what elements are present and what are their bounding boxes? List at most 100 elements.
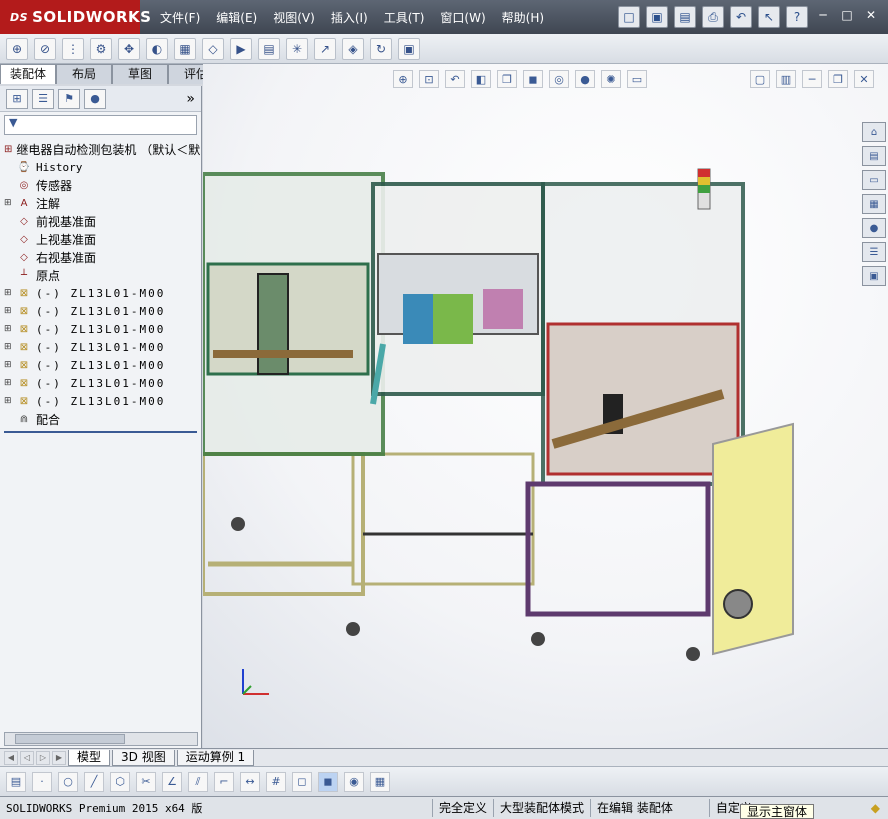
corner-icon[interactable]: ⌐ — [214, 771, 234, 792]
print-icon[interactable]: ⎙ — [702, 6, 724, 28]
last-tab-icon[interactable]: ▶ — [52, 750, 66, 765]
configuration-manager-tab-icon[interactable]: ⚑ — [58, 88, 80, 109]
graphics-area[interactable]: ⊕ ⊡ ↶ ◧ ❐ ◼ ◎ ● ✺ ▭ ▢ ▥ ─ ❐ ✕ ⌂ ▤ ▭ ▦ ● … — [203, 64, 888, 748]
new-motion-study-icon[interactable]: ▶ — [230, 37, 252, 60]
shaded-cube-icon[interactable]: ◼ — [318, 771, 338, 792]
expand-icon[interactable]: ⊞ — [4, 378, 16, 388]
viewport-minimize-icon[interactable]: ─ — [802, 70, 822, 88]
view-palette-icon[interactable]: ▦ — [862, 194, 886, 214]
show-hidden-icon[interactable]: ◐ — [146, 37, 168, 60]
viewport-close-icon[interactable]: ✕ — [854, 70, 874, 88]
view-orientation-icon[interactable]: ❐ — [497, 70, 517, 88]
menu-tools[interactable]: 工具(T) — [376, 9, 433, 26]
tree-item-front-plane[interactable]: ◇ 前视基准面 — [4, 212, 197, 230]
save-icon[interactable]: ▤ — [674, 6, 696, 28]
snapshot-icon[interactable]: ▣ — [398, 37, 420, 60]
appearance-manager-tab-icon[interactable]: ● — [84, 88, 106, 109]
expand-icon[interactable]: ⊞ — [4, 360, 16, 370]
tab-model[interactable]: 模型 — [68, 749, 111, 766]
camera-icon[interactable]: ◉ — [344, 771, 364, 792]
tree-root-assembly[interactable]: ⊞ 继电器自动检测包装机 （默认＜默 — [4, 140, 200, 158]
hide-show-items-icon[interactable]: ◎ — [549, 70, 569, 88]
expand-icon[interactable]: ⊞ — [4, 324, 16, 334]
menu-insert[interactable]: 插入(I) — [323, 9, 376, 26]
minimize-icon[interactable]: ─ — [814, 6, 832, 24]
display-style-icon[interactable]: ◼ — [523, 70, 543, 88]
expand-icon[interactable]: ⊞ — [4, 342, 16, 352]
tree-item-right-plane[interactable]: ◇ 右视基准面 — [4, 248, 197, 266]
file-explorer-icon[interactable]: ▭ — [862, 170, 886, 190]
tab-motion-study[interactable]: 运动算例 1 — [176, 749, 255, 766]
tab-assembly[interactable]: 装配体 — [0, 64, 56, 84]
viewport-tile-icon[interactable]: ▥ — [776, 70, 796, 88]
trim-icon[interactable]: ✂ — [136, 771, 156, 792]
close-icon[interactable]: ✕ — [862, 6, 880, 24]
expand-icon[interactable]: ⊞ — [4, 396, 16, 406]
prev-tab-icon[interactable]: ◁ — [20, 750, 34, 765]
property-manager-tab-icon[interactable]: ☰ — [32, 88, 54, 109]
zoom-to-area-icon[interactable]: ⊡ — [419, 70, 439, 88]
select-arrow-icon[interactable]: ↖ — [758, 6, 780, 28]
tree-item-sensors[interactable]: ◎ 传感器 — [4, 176, 197, 194]
tree-item-top-plane[interactable]: ◇ 上视基准面 — [4, 230, 197, 248]
rebuild-icon[interactable]: ◆ — [871, 801, 880, 815]
circle-icon[interactable]: ○ — [58, 771, 78, 792]
forum-icon[interactable]: ▣ — [862, 266, 886, 286]
tree-component[interactable]: ⊞ ⊠ (-) ZL13L01-M00 — [4, 392, 197, 410]
grid-icon[interactable]: # — [266, 771, 286, 792]
insert-component-icon[interactable]: ⊕ — [6, 37, 28, 60]
custom-properties-icon[interactable]: ☰ — [862, 242, 886, 262]
horizontal-scrollbar[interactable] — [4, 732, 198, 746]
line-icon[interactable]: ╱ — [84, 771, 104, 792]
update-speedpak-icon[interactable]: ↻ — [370, 37, 392, 60]
tree-component[interactable]: ⊞ ⊠ (-) ZL13L01-M00 — [4, 374, 197, 392]
viewport-restore-icon[interactable]: ▢ — [750, 70, 770, 88]
point-icon[interactable]: · — [32, 771, 52, 792]
table-icon[interactable]: ▦ — [370, 771, 390, 792]
apply-scene-icon[interactable]: ✺ — [601, 70, 621, 88]
appearances-icon[interactable]: ● — [862, 218, 886, 238]
tab-sketch[interactable]: 草图 — [112, 64, 168, 84]
maximize-icon[interactable]: □ — [838, 6, 856, 24]
viewport-maximize-icon[interactable]: ❐ — [828, 70, 848, 88]
offset-icon[interactable]: ⫽ — [188, 771, 208, 792]
zoom-to-fit-icon[interactable]: ⊕ — [393, 70, 413, 88]
menu-help[interactable]: 帮助(H) — [494, 9, 552, 26]
design-library-icon[interactable]: ▤ — [862, 146, 886, 166]
assembly-model[interactable] — [203, 154, 803, 744]
bill-of-materials-icon[interactable]: ▤ — [258, 37, 280, 60]
explode-line-sketch-icon[interactable]: ↗ — [314, 37, 336, 60]
tab-3d-view[interactable]: 3D 视图 — [112, 749, 175, 766]
exploded-view-icon[interactable]: ✳ — [286, 37, 308, 60]
tree-component[interactable]: ⊞ ⊠ (-) ZL13L01-M00 — [4, 338, 197, 356]
menu-file[interactable]: 文件(F) — [152, 9, 208, 26]
expand-icon[interactable]: ⊞ — [4, 288, 16, 298]
help-icon[interactable]: ? — [786, 6, 808, 28]
scrollbar-thumb[interactable] — [15, 734, 125, 744]
tree-item-history[interactable]: ⌚ History — [4, 158, 197, 176]
instant3d-icon[interactable]: ◈ — [342, 37, 364, 60]
dimension-icon[interactable]: ↔ — [240, 771, 260, 792]
cube-outline-icon[interactable]: ◻ — [292, 771, 312, 792]
previous-view-icon[interactable]: ↶ — [445, 70, 465, 88]
angle-icon[interactable]: ∠ — [162, 771, 182, 792]
tree-item-annotations[interactable]: ⊞ A 注解 — [4, 194, 197, 212]
undo-icon[interactable]: ↶ — [730, 6, 752, 28]
section-view-icon[interactable]: ◧ — [471, 70, 491, 88]
rollback-bar[interactable] — [4, 431, 197, 433]
save-icon[interactable]: ▤ — [6, 771, 26, 792]
feature-manager-tab-icon[interactable]: ⊞ — [6, 88, 28, 109]
tree-filter-input[interactable]: ▼ — [4, 115, 197, 135]
edit-appearance-icon[interactable]: ● — [575, 70, 595, 88]
expand-icon[interactable]: ⊞ — [4, 306, 16, 316]
tree-component[interactable]: ⊞ ⊠ (-) ZL13L01-M00 — [4, 356, 197, 374]
open-folder-icon[interactable]: ▣ — [646, 6, 668, 28]
expand-panel-icon[interactable]: » — [186, 91, 195, 107]
tree-component[interactable]: ⊞ ⊠ (-) ZL13L01-M00 — [4, 284, 197, 302]
menu-window[interactable]: 窗口(W) — [432, 9, 493, 26]
tab-layout[interactable]: 布局 — [56, 64, 112, 84]
view-settings-icon[interactable]: ▭ — [627, 70, 647, 88]
solidworks-resources-icon[interactable]: ⌂ — [862, 122, 886, 142]
assembly-features-icon[interactable]: ▦ — [174, 37, 196, 60]
move-component-icon[interactable]: ✥ — [118, 37, 140, 60]
